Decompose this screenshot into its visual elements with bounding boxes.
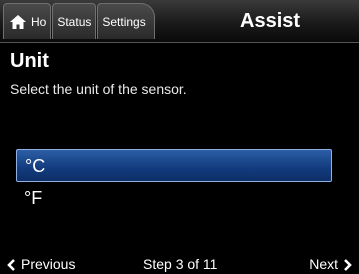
previous-label: Previous xyxy=(21,256,76,272)
tab-home-label: Ho xyxy=(31,14,47,29)
option-fahrenheit[interactable]: °F xyxy=(16,182,332,215)
tab-status-label: Status xyxy=(57,14,92,29)
option-celsius[interactable]: °C xyxy=(16,149,332,182)
tab-settings-label: Settings xyxy=(102,14,146,29)
assist-screen: Ho Status Settings Assist Unit Select th… xyxy=(0,0,359,274)
wizard-footer: Previous Step 3 of 11 Next xyxy=(0,254,359,274)
header-bar: Ho Status Settings Assist xyxy=(0,0,359,43)
chevron-right-icon xyxy=(343,258,353,271)
chevron-left-icon xyxy=(6,258,16,271)
next-button[interactable]: Next xyxy=(309,256,353,272)
home-icon xyxy=(9,14,27,30)
nav-tabs: Ho Status Settings xyxy=(3,3,156,39)
section-heading: Unit xyxy=(10,50,49,72)
section-description: Select the unit of the sensor. xyxy=(10,81,187,97)
step-indicator: Step 3 of 11 xyxy=(143,256,218,272)
unit-option-list: °C °F xyxy=(16,149,332,215)
page-title: Assist xyxy=(240,10,301,32)
tab-status[interactable]: Status xyxy=(52,3,97,39)
tab-settings[interactable]: Settings xyxy=(97,3,155,39)
next-label: Next xyxy=(309,256,338,272)
previous-button[interactable]: Previous xyxy=(6,256,75,272)
tab-home[interactable]: Ho xyxy=(3,3,52,39)
